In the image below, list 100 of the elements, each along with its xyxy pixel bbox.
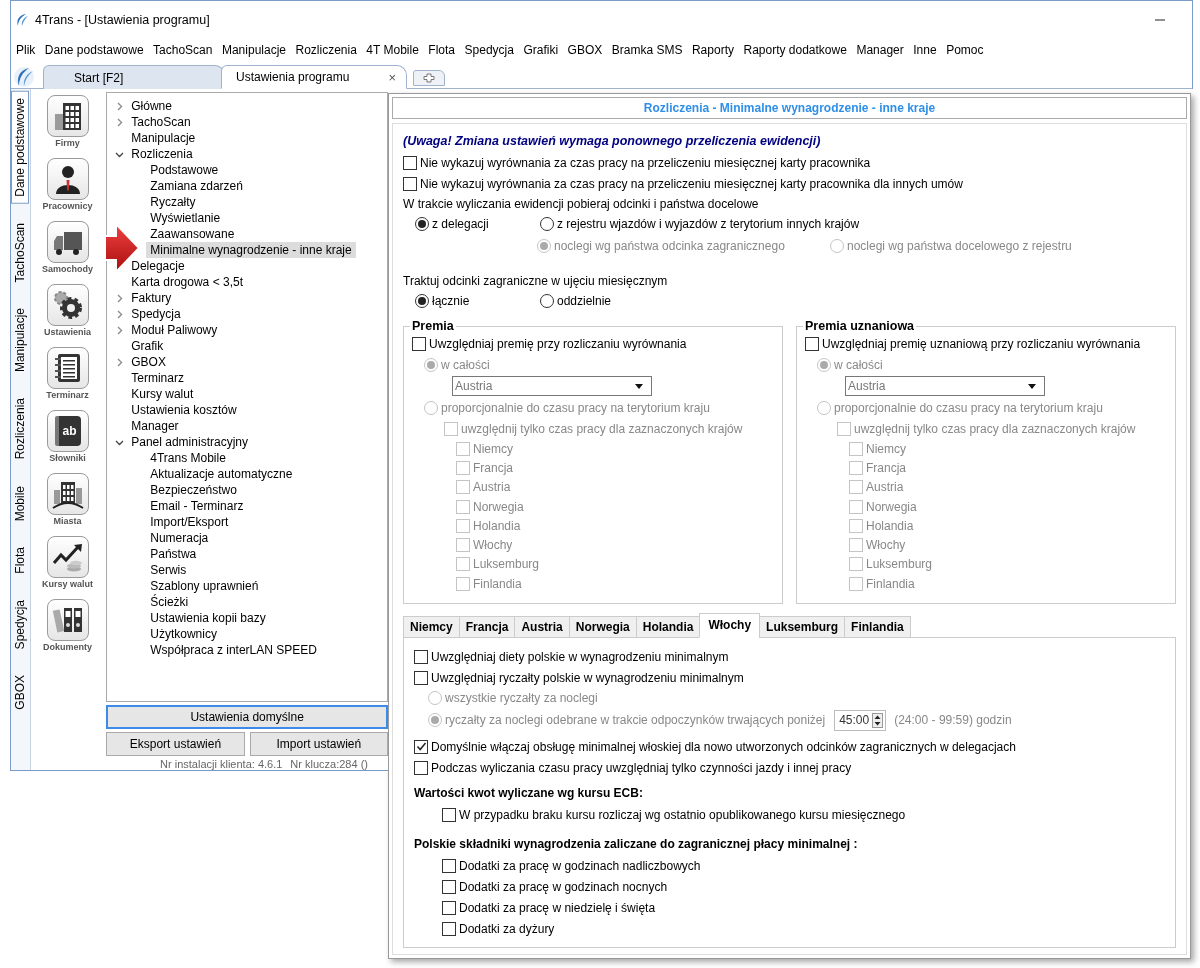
country-tab[interactable]: Holandia bbox=[635, 616, 701, 638]
tree-item[interactable]: Moduł Paliwowy bbox=[115, 322, 222, 338]
tree-item[interactable]: Faktury bbox=[115, 290, 176, 306]
tree-item[interactable]: Użytkownicy bbox=[150, 626, 221, 642]
side-tab[interactable]: Mobile bbox=[11, 478, 30, 528]
tree-item[interactable]: Zaawansowane bbox=[150, 226, 239, 242]
tree-item[interactable]: Email - Terminarz bbox=[150, 498, 248, 514]
tree-item[interactable]: Wyświetlanie bbox=[150, 210, 225, 226]
country-tab[interactable]: Niemcy bbox=[403, 616, 460, 638]
country-tab[interactable]: Austria bbox=[514, 616, 570, 638]
side-tab[interactable]: Flota bbox=[11, 539, 30, 581]
checkbox[interactable] bbox=[442, 879, 456, 894]
menu-item[interactable]: GBOX bbox=[567, 43, 603, 57]
side-tab[interactable]: Rozliczenia bbox=[11, 391, 30, 467]
defaults-button[interactable]: Ustawienia domyślne bbox=[106, 705, 388, 729]
menu-item[interactable]: Rozliczenia bbox=[295, 43, 357, 57]
hours-spinner[interactable]: 45:00 bbox=[834, 709, 887, 731]
tree-item[interactable]: Współpraca z interLAN SPEED bbox=[150, 642, 321, 658]
module-button[interactable]: Dokumenty bbox=[32, 599, 103, 660]
tree-item[interactable]: Minimalne wynagrodzenie - inne kraje bbox=[146, 242, 356, 258]
tree-item[interactable]: Karta drogowa < 3,5t bbox=[131, 274, 247, 290]
tree-item[interactable]: Szablony uprawnień bbox=[150, 578, 263, 594]
side-tab[interactable]: Spedycja bbox=[11, 592, 30, 656]
radio-button[interactable] bbox=[540, 294, 554, 308]
checkbox[interactable] bbox=[442, 921, 456, 936]
module-button[interactable]: Ustawienia bbox=[32, 284, 103, 345]
side-tab[interactable]: TachoScan bbox=[11, 215, 30, 290]
tree-item[interactable]: Grafik bbox=[131, 338, 168, 354]
spin-arrows-icon[interactable] bbox=[872, 712, 884, 728]
tree-item[interactable]: Ścieżki bbox=[150, 594, 193, 610]
tree-item[interactable]: Delegacje bbox=[131, 258, 189, 274]
menu-item[interactable]: TachoScan bbox=[153, 43, 213, 57]
menu-item[interactable]: Pomoc bbox=[946, 43, 984, 57]
checkbox[interactable] bbox=[442, 900, 456, 915]
document-tab[interactable]: Ustawienia programu × bbox=[221, 65, 407, 89]
tree-item[interactable]: Import/Eksport bbox=[150, 514, 233, 530]
new-tab-button[interactable] bbox=[413, 70, 445, 86]
side-tab[interactable]: GBOX bbox=[11, 667, 30, 717]
menu-item[interactable]: Inne bbox=[913, 43, 937, 57]
checkbox[interactable] bbox=[403, 176, 417, 191]
checkbox[interactable] bbox=[414, 649, 428, 664]
module-button[interactable]: Terminarz bbox=[32, 347, 103, 408]
checkbox[interactable] bbox=[414, 739, 428, 754]
menu-item[interactable]: Bramka SMS bbox=[611, 43, 683, 57]
module-button[interactable]: Pracownicy bbox=[32, 158, 103, 219]
radio-button[interactable] bbox=[540, 217, 554, 231]
import-button[interactable]: Import ustawień bbox=[249, 732, 388, 756]
menu-item[interactable]: Manipulacje bbox=[221, 43, 286, 57]
checkbox[interactable] bbox=[403, 155, 417, 170]
tree-item[interactable]: GBOX bbox=[115, 354, 170, 370]
module-button[interactable]: Kursy walut bbox=[32, 536, 103, 597]
menu-item[interactable]: Spedycja bbox=[464, 43, 514, 57]
checkbox[interactable] bbox=[414, 760, 428, 775]
tree-item[interactable]: Podstawowe bbox=[150, 162, 223, 178]
module-button[interactable]: ab Słowniki bbox=[32, 410, 103, 471]
country-dropdown[interactable]: Austria bbox=[845, 376, 1045, 396]
country-tab[interactable]: Finlandia bbox=[844, 616, 911, 638]
tree-item[interactable]: Ustawienia kosztów bbox=[131, 402, 241, 418]
tree-item[interactable]: Kursy walut bbox=[131, 386, 198, 402]
checkbox[interactable] bbox=[414, 670, 428, 685]
module-button[interactable]: Firmy bbox=[32, 95, 103, 156]
tree-item[interactable]: Rozliczenia bbox=[115, 146, 197, 162]
tree-item[interactable]: Państwa bbox=[150, 546, 201, 562]
tree-item[interactable]: Aktualizacje automatyczne bbox=[150, 466, 297, 482]
menu-item[interactable]: Dane podstawowe bbox=[44, 43, 144, 57]
radio-button[interactable] bbox=[415, 217, 429, 231]
checkbox[interactable] bbox=[442, 858, 456, 873]
menu-item[interactable]: Grafiki bbox=[523, 43, 559, 57]
module-button[interactable]: Miasta bbox=[32, 473, 103, 534]
tree-item[interactable]: Główne bbox=[115, 98, 176, 114]
tree-item[interactable]: Manager bbox=[131, 418, 183, 434]
checkbox[interactable] bbox=[805, 336, 819, 351]
radio-button[interactable] bbox=[415, 294, 429, 308]
menu-item[interactable]: Raporty bbox=[691, 43, 734, 57]
country-dropdown[interactable]: Austria bbox=[452, 376, 652, 396]
tree-item[interactable]: Serwis bbox=[150, 562, 191, 578]
menu-item[interactable]: Flota bbox=[428, 43, 456, 57]
country-tab[interactable]: Norwegia bbox=[568, 616, 637, 638]
country-tab[interactable]: Luksemburg bbox=[759, 616, 846, 638]
tree-item[interactable]: 4Trans Mobile bbox=[150, 450, 230, 466]
tree-item[interactable]: Spedycja bbox=[115, 306, 185, 322]
menu-item[interactable]: Raporty dodatkowe bbox=[743, 43, 847, 57]
checkbox[interactable] bbox=[412, 336, 426, 351]
tree-item[interactable]: Zamiana zdarzeń bbox=[150, 178, 247, 194]
checkbox[interactable] bbox=[442, 807, 456, 822]
module-button[interactable]: Samochody bbox=[32, 221, 103, 282]
tree-item[interactable]: Numeracja bbox=[150, 530, 213, 546]
side-tab[interactable]: Manipulacje bbox=[11, 301, 30, 380]
tree-item[interactable]: TachoScan bbox=[115, 114, 195, 130]
tree-item[interactable]: Ryczałty bbox=[150, 194, 200, 210]
menu-item[interactable]: Plik bbox=[16, 43, 36, 57]
tree-item[interactable]: Ustawienia kopii bazy bbox=[150, 610, 270, 626]
menu-item[interactable]: Manager bbox=[856, 43, 904, 57]
tree-item[interactable]: Panel administracyjny bbox=[115, 434, 252, 450]
menu-item[interactable]: 4T Mobile bbox=[366, 43, 419, 57]
tree-item[interactable]: Bezpieczeństwo bbox=[150, 482, 241, 498]
country-tab[interactable]: Włochy bbox=[699, 613, 761, 638]
side-tab[interactable]: Dane podstawowe bbox=[11, 91, 30, 204]
tree-item[interactable]: Manipulacje bbox=[131, 130, 200, 146]
country-tab[interactable]: Francja bbox=[458, 616, 516, 638]
